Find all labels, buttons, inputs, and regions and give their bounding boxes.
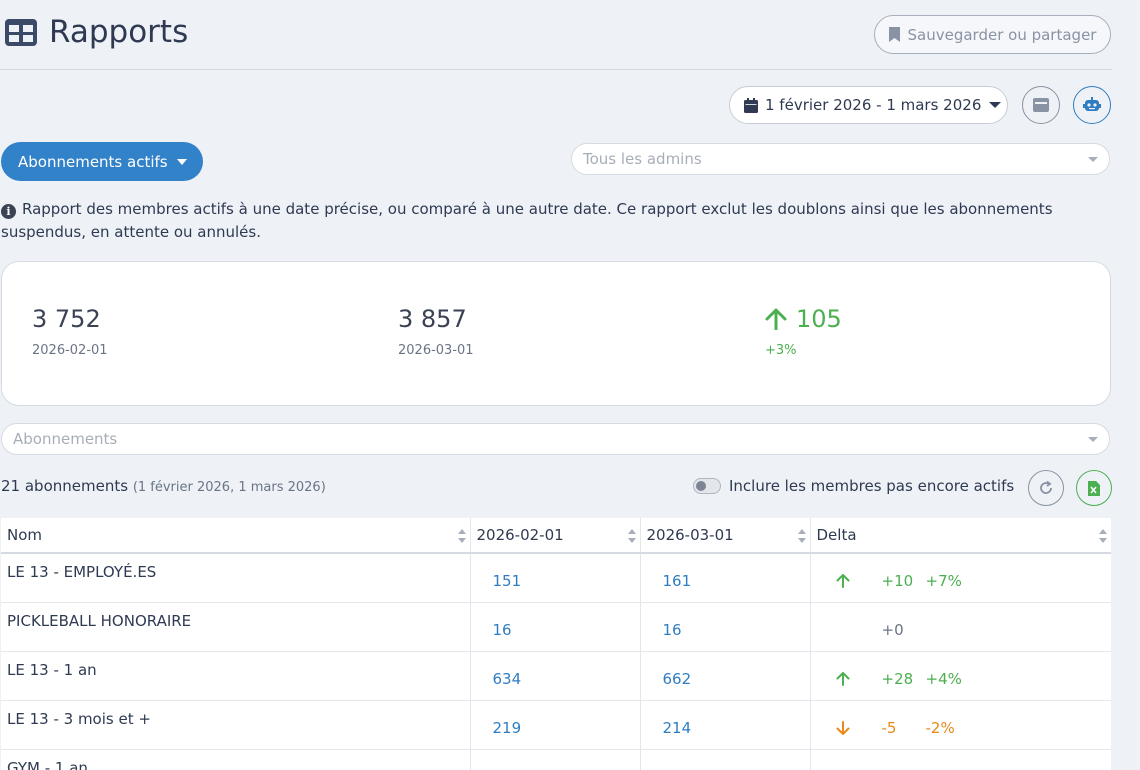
card-view-button[interactable] bbox=[1022, 86, 1060, 124]
chevron-down-icon bbox=[1088, 157, 1098, 162]
info-icon: i bbox=[1, 204, 16, 219]
row-start-value[interactable]: 219 bbox=[469, 700, 640, 750]
grid-icon bbox=[5, 19, 37, 46]
card-icon bbox=[1033, 98, 1049, 112]
row-start-value[interactable]: 634 bbox=[469, 651, 640, 701]
ai-assistant-button[interactable] bbox=[1073, 86, 1111, 124]
table-row[interactable]: PICKLEBALL HONORAIRE 16 16 +0 bbox=[1, 602, 1111, 652]
save-share-label: Sauvegarder ou partager bbox=[907, 25, 1097, 44]
subscriptions-select[interactable]: Abonnements bbox=[1, 423, 1110, 455]
row-end-value[interactable]: 662 bbox=[639, 651, 810, 701]
include-inactive-toggle[interactable] bbox=[693, 478, 721, 494]
row-delta-pct: -2% bbox=[925, 718, 955, 737]
robot-icon bbox=[1083, 97, 1101, 111]
row-start-value[interactable]: 16 bbox=[469, 602, 640, 652]
row-name: LE 13 - 1 an bbox=[1, 651, 470, 701]
arrow-up-icon bbox=[836, 573, 849, 588]
table-row[interactable]: LE 13 - 3 mois et +219 214 -5 -2% bbox=[1, 700, 1111, 750]
bookmark-icon bbox=[888, 27, 900, 42]
arrow-up-icon bbox=[765, 308, 787, 330]
stat-start-date: 2026-02-01 bbox=[32, 343, 108, 358]
stat-end-date: 2026-03-01 bbox=[398, 343, 474, 358]
subscriptions-table: Nom 2026-02-01 2026-03-01 Delta LE 13 - … bbox=[1, 518, 1111, 770]
stat-delta-value: 105 bbox=[796, 305, 842, 333]
refresh-button[interactable] bbox=[1028, 470, 1064, 506]
row-end-value[interactable]: 16 bbox=[639, 602, 810, 652]
row-delta: +10 +7% bbox=[809, 553, 1111, 603]
row-delta-trend bbox=[811, 720, 866, 735]
stat-start-value: 3 752 bbox=[32, 305, 101, 333]
save-share-button[interactable]: Sauvegarder ou partager bbox=[874, 15, 1111, 54]
row-end-value[interactable]: 214 bbox=[639, 700, 810, 750]
chevron-down-icon bbox=[1088, 437, 1098, 442]
stat-end-value: 3 857 bbox=[398, 305, 467, 333]
subscriptions-select-placeholder: Abonnements bbox=[13, 430, 118, 448]
column-header-end[interactable]: 2026-03-01 bbox=[639, 518, 810, 554]
stat-delta: 105 +3% bbox=[765, 305, 842, 358]
column-header-delta[interactable]: Delta bbox=[809, 518, 1111, 554]
row-start-value[interactable]: 1112 bbox=[469, 749, 640, 770]
subscription-count: 21 abonnements (1 février 2026, 1 mars 2… bbox=[1, 477, 326, 495]
chevron-down-icon bbox=[176, 158, 187, 165]
row-name: LE 13 - 3 mois et + bbox=[1, 700, 470, 750]
row-delta-abs: +10 bbox=[881, 571, 914, 590]
date-range-picker[interactable]: 1 février 2026 - 1 mars 2026 bbox=[729, 86, 1008, 124]
row-delta-abs: +0 bbox=[881, 620, 904, 639]
report-type-dropdown[interactable]: Abonnements actifs bbox=[1, 142, 203, 181]
page-header: Rapports Sauvegarder ou partager bbox=[0, 0, 1112, 70]
column-header-nom[interactable]: Nom bbox=[1, 518, 470, 554]
report-info-text: Rapport des membres actifs à une date pr… bbox=[1, 200, 1053, 241]
row-delta-pct: +7% bbox=[925, 571, 962, 590]
admins-select-placeholder: Tous les admins bbox=[583, 150, 702, 168]
row-delta: +28 +4% bbox=[809, 651, 1111, 701]
column-header-start[interactable]: 2026-02-01 bbox=[469, 518, 640, 554]
stat-start: 3 752 2026-02-01 bbox=[32, 305, 108, 358]
row-delta: +0 bbox=[809, 602, 1111, 652]
row-delta-abs: +28 bbox=[881, 669, 914, 688]
export-excel-button[interactable] bbox=[1076, 470, 1112, 506]
table-row[interactable]: GYM - 1 an11121140+28+3% bbox=[1, 749, 1111, 770]
refresh-icon bbox=[1040, 480, 1052, 494]
sort-icon bbox=[1099, 529, 1107, 543]
row-end-value[interactable]: 161 bbox=[639, 553, 810, 603]
table-header-row: Nom 2026-02-01 2026-03-01 Delta bbox=[1, 518, 1111, 554]
stat-end: 3 857 2026-03-01 bbox=[398, 305, 474, 358]
report-info: i Rapport des membres actifs à une date p… bbox=[1, 198, 1111, 244]
arrow-down-icon bbox=[836, 720, 849, 735]
subscription-count-label: 21 abonnements bbox=[1, 477, 129, 495]
sort-icon bbox=[457, 529, 466, 543]
stats-card: 3 752 2026-02-01 3 857 2026-03-01 105 +3… bbox=[1, 261, 1111, 406]
calendar-icon bbox=[744, 97, 758, 113]
table-row[interactable]: LE 13 - 1 an 634 662 +28 +4% bbox=[1, 651, 1111, 701]
row-delta: -5 -2% bbox=[809, 700, 1111, 750]
row-name: LE 13 - EMPLOYÉ.ES bbox=[1, 553, 470, 603]
row-name: GYM - 1 an bbox=[1, 749, 470, 770]
row-start-value[interactable]: 151 bbox=[469, 553, 640, 603]
row-delta-abs: -5 bbox=[881, 718, 897, 737]
row-delta: +28+3% bbox=[809, 749, 1111, 770]
include-inactive-label: Inclure les membres pas encore actifs bbox=[729, 477, 1015, 495]
date-range-label: 1 février 2026 - 1 mars 2026 bbox=[765, 96, 982, 114]
subscription-count-dates: (1 février 2026, 1 mars 2026) bbox=[132, 480, 326, 495]
row-delta-trend bbox=[811, 671, 866, 686]
report-type-label: Abonnements actifs bbox=[18, 152, 168, 171]
page-title: Rapports bbox=[49, 14, 189, 50]
excel-icon bbox=[1088, 480, 1100, 496]
row-name: PICKLEBALL HONORAIRE bbox=[1, 602, 470, 652]
sort-icon bbox=[627, 529, 636, 543]
row-delta-pct: +4% bbox=[925, 669, 962, 688]
chevron-down-icon bbox=[989, 102, 1002, 108]
table-row[interactable]: LE 13 - EMPLOYÉ.ES 151 161 +10 +7% bbox=[1, 553, 1111, 603]
arrow-up-icon bbox=[836, 671, 849, 686]
stat-delta-pct: +3% bbox=[765, 343, 797, 358]
sort-icon bbox=[797, 529, 806, 543]
row-delta-trend bbox=[811, 573, 866, 588]
row-end-value[interactable]: 1140 bbox=[639, 749, 810, 770]
admins-select[interactable]: Tous les admins bbox=[571, 143, 1110, 175]
